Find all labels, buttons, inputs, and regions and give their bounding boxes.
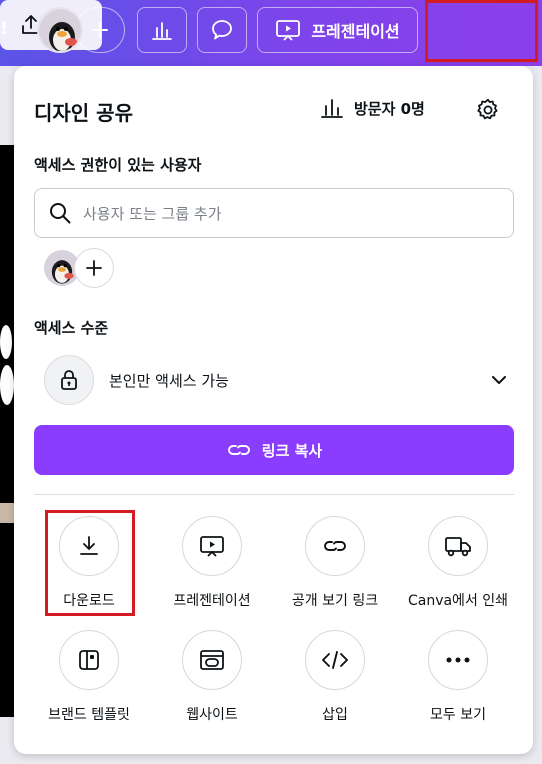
- search-icon: [50, 203, 71, 224]
- lock-icon: [61, 370, 77, 390]
- see-all-label: 모두 보기: [430, 707, 486, 723]
- public-view-link-label: 공개 보기 링크: [291, 593, 379, 609]
- public-view-link-option[interactable]: 공개 보기 링크: [274, 516, 396, 610]
- insights-button[interactable]: [137, 7, 187, 53]
- present-icon: [182, 516, 242, 576]
- visitors-button[interactable]: 방문자 0명: [320, 97, 425, 119]
- copy-link-label: 링크 복사: [261, 441, 323, 460]
- comment-icon: [212, 20, 232, 40]
- present-icon: [276, 20, 301, 41]
- access-level-label: 액세스 수준: [34, 319, 109, 337]
- panel-title: 디자인 공유: [34, 101, 133, 125]
- brand-template-option[interactable]: 브랜드 템플릿: [28, 630, 150, 724]
- canvas-shape: [0, 325, 12, 359]
- download-option[interactable]: 다운로드: [28, 516, 150, 610]
- top-toolbar: ! 프레젠테이션 공유: [0, 0, 542, 66]
- access-level-dropdown[interactable]: 본인만 액세스 가능: [44, 355, 514, 405]
- brand-template-label: 브랜드 템플릿: [48, 707, 130, 723]
- search-placeholder: 사용자 또는 그룹 추가: [83, 204, 222, 223]
- link-icon: [227, 445, 250, 455]
- gear-icon: [477, 98, 498, 120]
- design-canvas-edge: [0, 145, 14, 717]
- print-option[interactable]: Canva에서 인쇄: [397, 516, 519, 610]
- see-all-option[interactable]: 모두 보기: [397, 630, 519, 724]
- more-icon: [428, 630, 488, 690]
- brand-template-icon: [59, 630, 119, 690]
- visitors-label: 방문자 0명: [354, 99, 425, 118]
- people-access-label: 액세스 권한이 있는 사용자: [34, 156, 202, 174]
- present-option[interactable]: 프레젠테이션: [151, 516, 273, 610]
- embed-icon: [305, 630, 365, 690]
- canvas-shape: [0, 365, 14, 405]
- access-level-value: 본인만 액세스 가능: [109, 371, 229, 390]
- lock-icon-wrap: [44, 355, 94, 405]
- divider: [34, 494, 514, 495]
- download-icon: [59, 516, 119, 576]
- present-label: 프레젠테이션: [311, 22, 400, 41]
- share-settings-button[interactable]: [474, 96, 502, 124]
- toolbar-fragment-text: !: [0, 18, 9, 39]
- share-panel: 디자인 공유 방문자 0명 액세스 권한이 있는 사용자 사용자 또는 그룹 추…: [14, 66, 533, 754]
- comment-button[interactable]: [197, 7, 247, 53]
- copy-link-button[interactable]: 링크 복사: [34, 425, 514, 475]
- user-avatar[interactable]: [37, 7, 83, 53]
- present-button[interactable]: 프레젠테이션: [257, 7, 418, 53]
- website-label: 웹사이트: [186, 707, 238, 723]
- website-option[interactable]: 웹사이트: [151, 630, 273, 724]
- add-person-button[interactable]: [74, 248, 114, 288]
- link-icon: [305, 516, 365, 576]
- collaborators-row: [44, 248, 116, 288]
- plus-icon: [92, 22, 108, 38]
- chevron-down-icon: [488, 369, 510, 391]
- canvas-shape: [0, 503, 14, 523]
- print-label: Canva에서 인쇄: [407, 593, 509, 609]
- bar-chart-icon: [321, 99, 343, 118]
- bar-chart-icon: [152, 22, 172, 40]
- embed-label: 삽입: [322, 707, 348, 723]
- website-icon: [182, 630, 242, 690]
- download-label: 다운로드: [63, 593, 115, 609]
- add-people-input[interactable]: 사용자 또는 그룹 추가: [34, 188, 514, 238]
- present-option-label: 프레젠테이션: [173, 593, 251, 609]
- embed-option[interactable]: 삽입: [274, 630, 396, 724]
- plus-icon: [86, 260, 102, 276]
- truck-icon: [428, 516, 488, 576]
